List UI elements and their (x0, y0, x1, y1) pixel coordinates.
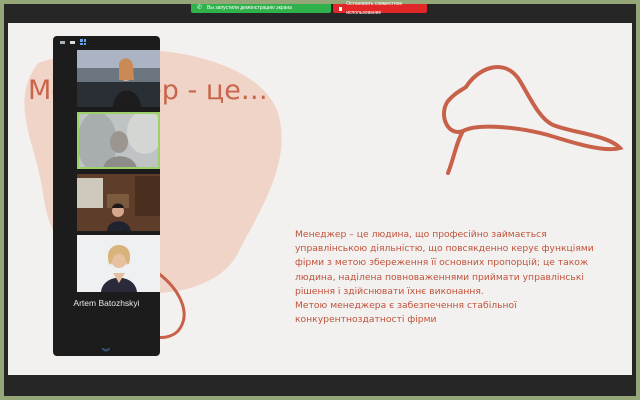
stop-icon (339, 6, 343, 11)
share-toolbar: ✆ Вы запустили демонстрацию экрана Остан… (191, 1, 427, 16)
share-status-text: Вы запустили демонстрацию экрана (207, 5, 292, 11)
participant-video (77, 174, 160, 231)
gallery-view-icon[interactable] (80, 39, 86, 45)
participant-video-tile[interactable] (77, 174, 160, 231)
minimize-icon[interactable] (60, 40, 65, 44)
share-status-badge[interactable]: ✆ Вы запустили демонстрацию экрана (191, 4, 331, 13)
panel-toolbar (53, 36, 160, 48)
participant-video (77, 235, 160, 292)
participant-video (77, 50, 160, 107)
meeting-bottom-bar (4, 378, 636, 396)
participant-video-tile[interactable] (77, 50, 160, 107)
participant-video (77, 112, 160, 169)
chevron-down-icon[interactable]: ︾ (102, 347, 110, 356)
slide-paragraph: Метою менеджера є забезпечення стабільно… (295, 300, 517, 326)
slide-paragraph: Менеджер – це людина, що професійно займ… (295, 229, 594, 297)
participant-video-tile[interactable] (77, 235, 160, 292)
strip-view-icon[interactable] (70, 40, 75, 44)
participant-name-tile: Artem Batozhskyi (73, 298, 140, 308)
phone-icon: ✆ (197, 5, 203, 11)
stop-sharing-label: Остановить совместное использование (346, 0, 403, 16)
participants-video-panel[interactable]: Artem Batozhskyi ︾ (53, 36, 160, 356)
slide-body: Менеджер – це людина, що професійно займ… (295, 228, 615, 327)
participant-video-tile[interactable] (77, 112, 160, 169)
stop-sharing-button[interactable]: Остановить совместное использование (333, 1, 427, 16)
